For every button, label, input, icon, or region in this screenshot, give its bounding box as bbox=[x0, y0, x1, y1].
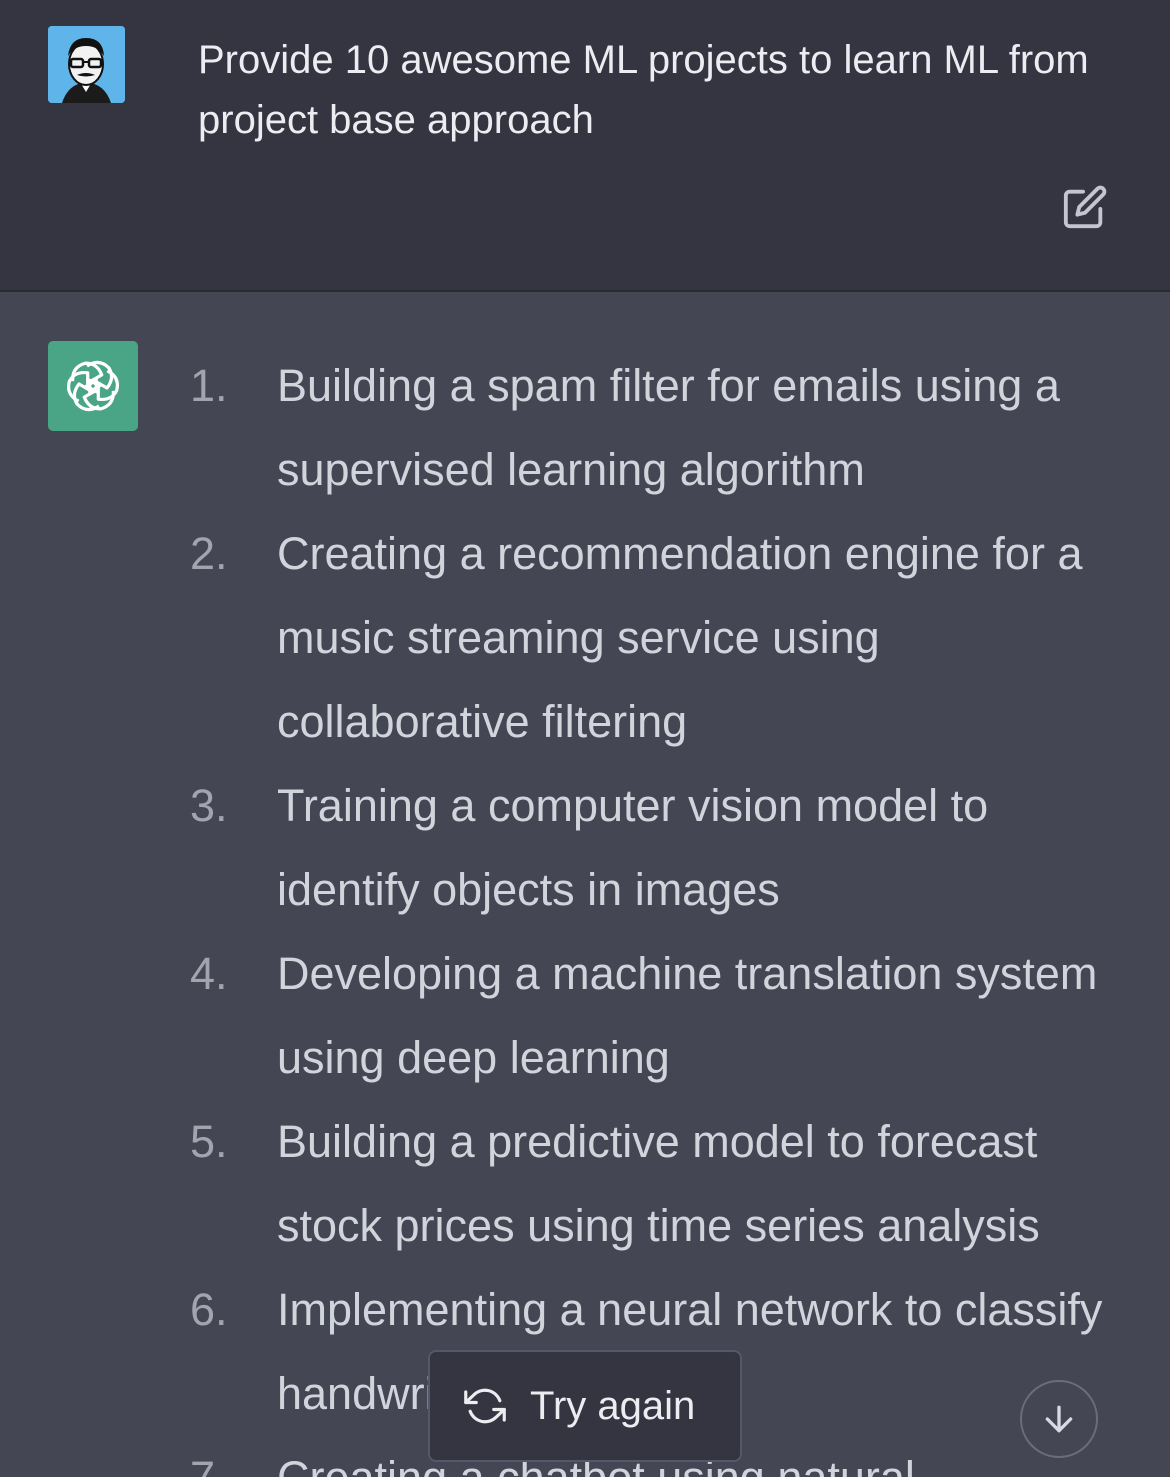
assistant-message: 1. Building a spam filter for emails usi… bbox=[0, 294, 1170, 1477]
list-item-text: Creating a recommendation engine for a m… bbox=[277, 528, 1083, 747]
list-item-number: 5. bbox=[190, 1116, 228, 1167]
list-item-number: 2. bbox=[190, 528, 228, 579]
arrow-down-icon[interactable] bbox=[1020, 1380, 1098, 1458]
user-avatar-icon bbox=[48, 26, 125, 103]
list-item-number: 3. bbox=[190, 780, 228, 831]
list-item-number: 4. bbox=[190, 948, 228, 999]
list-item: 1. Building a spam filter for emails usi… bbox=[0, 344, 1170, 512]
answer-list: 1. Building a spam filter for emails usi… bbox=[0, 344, 1170, 1477]
edit-icon[interactable] bbox=[1060, 182, 1110, 232]
regenerate-icon bbox=[464, 1385, 506, 1427]
list-item: 2. Creating a recommendation engine for … bbox=[0, 512, 1170, 764]
list-item-text: Building a spam filter for emails using … bbox=[277, 360, 1060, 495]
list-item-number: 6. bbox=[190, 1284, 228, 1335]
list-item: 5. Building a predictive model to foreca… bbox=[0, 1100, 1170, 1268]
list-item-number: 7. bbox=[190, 1436, 228, 1477]
list-item-text: Developing a machine translation system … bbox=[277, 948, 1098, 1083]
user-prompt-text: Provide 10 awesome ML projects to learn … bbox=[198, 38, 1089, 142]
list-item-text: Training a computer vision model to iden… bbox=[277, 780, 989, 915]
list-item: 3. Training a computer vision model to i… bbox=[0, 764, 1170, 932]
list-item-text: Building a predictive model to forecast … bbox=[277, 1116, 1040, 1251]
list-item: 4. Developing a machine translation syst… bbox=[0, 932, 1170, 1100]
list-item-number: 1. bbox=[190, 360, 228, 411]
try-again-button[interactable]: Try again bbox=[428, 1350, 742, 1462]
try-again-label: Try again bbox=[530, 1383, 696, 1428]
user-message: Provide 10 awesome ML projects to learn … bbox=[0, 0, 1170, 292]
